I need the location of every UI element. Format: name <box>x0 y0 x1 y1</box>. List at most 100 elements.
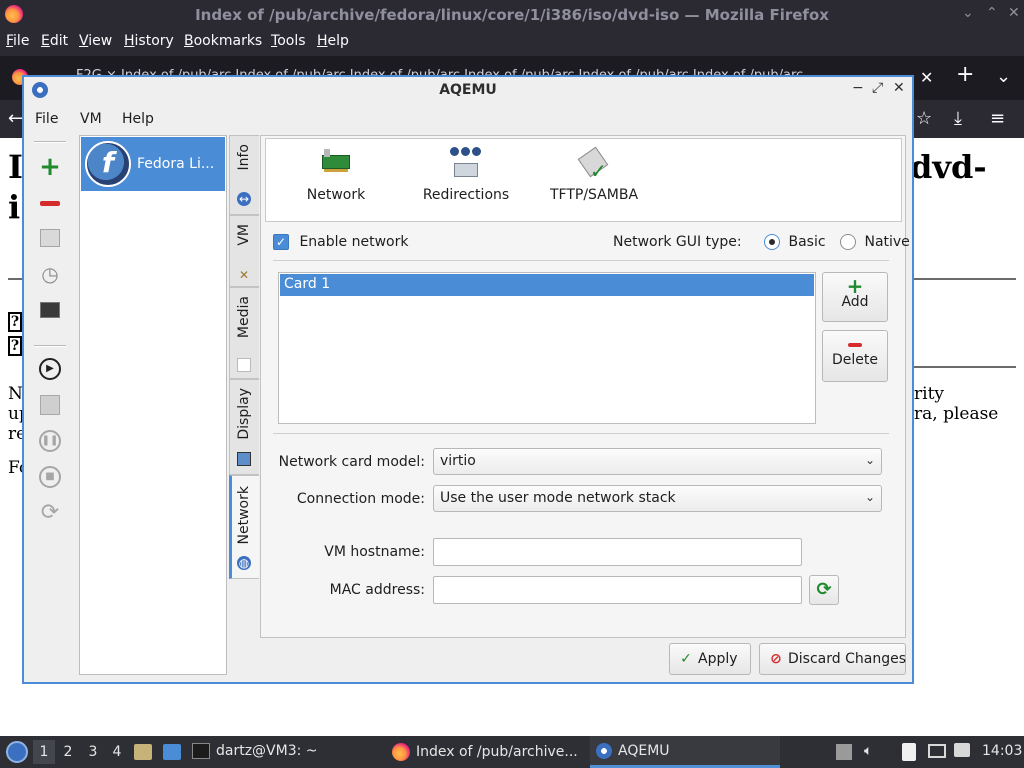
menu-view[interactable]: View <box>79 33 112 49</box>
menu-file[interactable]: File <box>6 33 29 49</box>
clock[interactable]: 14:03 <box>982 743 1022 759</box>
enable-network-checkbox[interactable]: ✓ <box>273 234 289 250</box>
save-icon[interactable] <box>38 393 62 417</box>
new-tab-icon[interactable]: + <box>956 62 974 87</box>
tab-media[interactable]: Media <box>229 287 259 379</box>
console-icon[interactable] <box>38 298 62 322</box>
show-desktop-icon[interactable] <box>163 744 181 760</box>
list-item[interactable]: Card 1 <box>280 274 814 296</box>
bookmark-star-icon[interactable]: ☆ <box>916 108 932 129</box>
firefox-icon <box>392 743 410 761</box>
chevron-down-icon: ⌄ <box>864 490 875 504</box>
mac-address-input[interactable] <box>433 576 802 604</box>
connection-mode-value: Use the user mode network stack <box>440 490 676 506</box>
delete-vm-icon[interactable] <box>38 191 62 215</box>
task-label: Index of /pub/archive... <box>416 744 578 760</box>
back-icon[interactable]: ← <box>8 108 23 129</box>
basic-radio-label: Basic <box>788 234 826 250</box>
clock-icon[interactable]: ◷ <box>38 262 62 286</box>
aqemu-titlebar: AQEMU − ⤢ ✕ <box>24 77 912 104</box>
close-icon[interactable]: ✕ <box>1008 5 1020 21</box>
task-label: AQEMU <box>618 743 670 759</box>
discard-changes-button[interactable]: ⊘ Discard Changes <box>759 643 906 675</box>
maximize-icon[interactable]: ⤢ <box>872 80 883 96</box>
tftp-samba-icon: ✓ <box>576 145 612 183</box>
minimize-icon[interactable]: − <box>852 80 864 96</box>
delete-card-button[interactable]: Delete <box>822 330 888 382</box>
cancel-icon: ⊘ <box>770 651 782 667</box>
tab-label: Media <box>236 296 252 339</box>
vm-settings-icon[interactable] <box>38 226 62 250</box>
maximize-icon[interactable]: ⌃ <box>986 5 998 21</box>
menu-edit[interactable]: Edit <box>41 33 68 49</box>
fedora-icon: f <box>85 141 131 187</box>
stop-icon[interactable]: ■ <box>38 465 62 489</box>
menu-vm[interactable]: VM <box>80 111 102 127</box>
toolbar-separator <box>34 345 66 347</box>
network-card-list[interactable]: Card 1 <box>278 272 816 424</box>
vm-hostname-input[interactable] <box>433 538 802 566</box>
redirections-icon <box>448 145 484 181</box>
mac-address-label: MAC address: <box>329 582 425 598</box>
discard-label: Discard Changes <box>788 651 906 667</box>
gui-type-row: Network GUI type: Basic Native <box>613 234 910 250</box>
task-firefox[interactable]: Index of /pub/archive... <box>392 736 586 768</box>
workspace-3[interactable]: 3 <box>82 740 104 764</box>
app-menu-icon[interactable]: ≡ <box>990 108 1005 129</box>
card-model-select[interactable]: virtio ⌄ <box>433 448 882 475</box>
card-model-value: virtio <box>440 453 476 469</box>
chevron-down-icon: ⌄ <box>864 453 875 467</box>
firefox-menubar: File Edit View History Bookmarks Tools H… <box>0 30 1024 56</box>
file-manager-icon[interactable] <box>134 744 152 760</box>
menu-tools[interactable]: Tools <box>271 33 306 49</box>
vm-list: f Fedora Li... <box>79 135 227 675</box>
menu-help[interactable]: Help <box>317 33 349 49</box>
page-heading-fragment: i <box>8 188 21 226</box>
vm-list-item[interactable]: f Fedora Li... <box>81 137 225 191</box>
tftp-samba-page-button[interactable]: ✓ TFTP/SAMBA <box>546 145 642 203</box>
list-tabs-icon[interactable]: ⌄ <box>996 66 1011 87</box>
downloads-icon[interactable]: ⤓ <box>954 108 962 129</box>
notification-icon[interactable] <box>954 743 970 757</box>
start-menu-icon[interactable] <box>6 741 28 763</box>
reset-icon[interactable]: ⟳ <box>38 501 62 525</box>
tray-app-icon[interactable] <box>836 744 852 760</box>
tab-display[interactable]: Display <box>229 379 259 475</box>
start-icon[interactable]: ▶ <box>38 357 62 381</box>
task-terminal[interactable]: dartz@VM3: ~ <box>192 736 382 768</box>
menu-history[interactable]: History <box>124 33 174 49</box>
menu-bookmarks[interactable]: Bookmarks <box>184 33 262 49</box>
close-icon[interactable]: ✕ <box>893 80 905 96</box>
workspace-4[interactable]: 4 <box>106 740 128 764</box>
page-heading-fragment: I <box>8 148 23 186</box>
basic-radio[interactable] <box>764 234 781 250</box>
add-vm-icon[interactable]: + <box>38 154 62 180</box>
add-card-button[interactable]: + Add <box>822 272 888 322</box>
network-page-button[interactable]: Network <box>304 145 368 203</box>
tab-vm[interactable]: VM ✕ <box>229 215 259 287</box>
workspace-2[interactable]: 2 <box>57 740 79 764</box>
pause-icon[interactable]: ❚❚ <box>38 429 62 453</box>
vm-hostname-label: VM hostname: <box>324 544 425 560</box>
clipboard-icon[interactable] <box>902 743 916 761</box>
tab-network[interactable]: Network ◍ <box>229 475 259 579</box>
connection-mode-select[interactable]: Use the user mode network stack ⌄ <box>433 485 882 512</box>
menu-file[interactable]: File <box>35 111 58 127</box>
vm-toolbar: + ◷ ▶ ❚❚ ■ ⟳ <box>30 137 70 617</box>
tab-close-icon[interactable]: ✕ <box>920 68 933 87</box>
menu-help[interactable]: Help <box>122 111 154 127</box>
tab-info[interactable]: Info ↔ <box>229 135 259 215</box>
redirections-page-button[interactable]: Redirections <box>416 145 516 203</box>
apply-button[interactable]: ✓ Apply <box>669 643 751 675</box>
workspace-1[interactable]: 1 <box>33 740 55 764</box>
minimize-icon[interactable]: ⌄ <box>962 5 974 21</box>
task-aqemu[interactable]: AQEMU <box>590 736 780 768</box>
tab-label: VM <box>236 224 252 246</box>
network-tray-icon[interactable] <box>928 744 946 758</box>
page-heading-fragment: dvd- <box>910 148 987 186</box>
redirections-page-label: Redirections <box>422 187 510 203</box>
tab-label: Info <box>236 144 252 171</box>
generate-mac-button[interactable]: ⟳ <box>809 575 839 605</box>
native-radio[interactable] <box>840 234 857 250</box>
volume-icon[interactable]: 🔈︎ <box>864 743 872 759</box>
